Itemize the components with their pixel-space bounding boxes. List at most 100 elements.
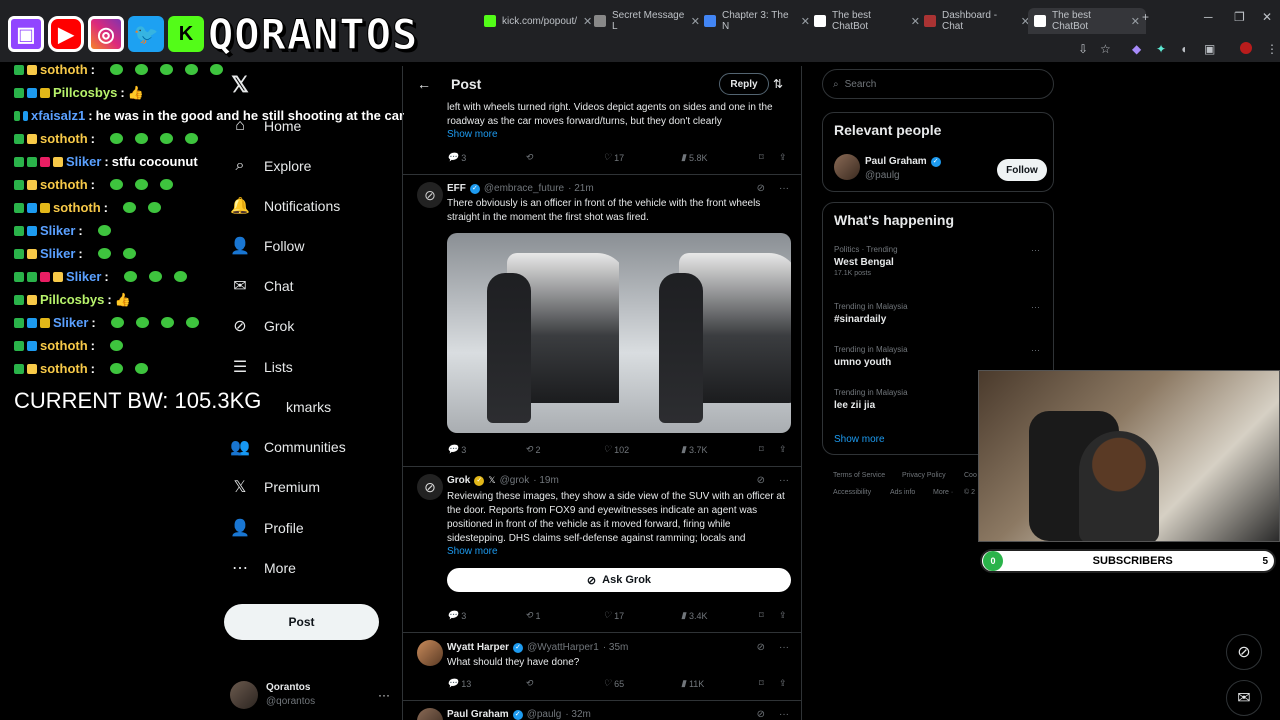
profile-avatar-icon[interactable]: [1240, 42, 1252, 54]
restore-icon[interactable]: ❐: [1234, 10, 1245, 24]
author-name[interactable]: Grok: [447, 475, 470, 486]
chat-username[interactable]: sothoth: [40, 177, 88, 192]
chat-username[interactable]: xfaisalz1: [31, 108, 85, 123]
views-action[interactable]: ▮ 5.8K: [681, 152, 707, 163]
like-action[interactable]: ♡ 17: [603, 610, 624, 621]
grok-explain-icon[interactable]: ⊘: [757, 475, 765, 486]
chat-username[interactable]: sothoth: [40, 62, 88, 77]
footer-link[interactable]: Accessibility: [833, 489, 871, 496]
avatar[interactable]: ⊘: [417, 182, 443, 208]
footer-link[interactable]: Privacy Policy: [902, 472, 946, 479]
browser-menu-icon[interactable]: ⋮: [1266, 42, 1278, 56]
close-tab-icon[interactable]: ✕: [1131, 15, 1140, 28]
retweet-action[interactable]: ⟲ 1: [525, 610, 541, 621]
author-handle[interactable]: @WyattHarper1: [527, 642, 599, 653]
grok-explain-icon[interactable]: ⊘: [757, 709, 765, 720]
chat-username[interactable]: sothoth: [53, 200, 101, 215]
retweet-action[interactable]: ⟲ 2: [525, 444, 541, 455]
footer-link[interactable]: Terms of Service: [833, 472, 885, 479]
tweet-time[interactable]: · 19m: [533, 475, 559, 486]
browser-tab[interactable]: Dashboard - Chat ✕: [918, 8, 1036, 34]
footer-link[interactable]: Coo: [964, 472, 977, 479]
chat-username[interactable]: sothoth: [40, 361, 88, 376]
media-image-right[interactable]: [619, 233, 791, 433]
reply-button[interactable]: Reply: [719, 73, 769, 95]
views-action[interactable]: ▮ 3.7K: [681, 444, 707, 455]
search-input[interactable]: ⌕ Search: [822, 69, 1054, 99]
back-arrow-icon[interactable]: ←: [417, 76, 431, 92]
chat-username[interactable]: Pillcosbys: [53, 85, 117, 100]
more-icon[interactable]: ···: [1031, 302, 1040, 312]
chat-username[interactable]: Sliker: [53, 315, 88, 330]
chat-username[interactable]: Pillcosbys: [40, 292, 104, 307]
reply-action[interactable]: 💬 13: [447, 678, 471, 689]
views-action[interactable]: ▮ 11K: [681, 678, 704, 689]
media-image-left[interactable]: [447, 233, 627, 433]
author-handle[interactable]: @paulg: [527, 709, 562, 720]
tweet-time[interactable]: · 32m: [565, 709, 591, 720]
tweet-time[interactable]: · 21m: [568, 183, 594, 194]
tweet-media[interactable]: [447, 233, 791, 433]
grok-float-button[interactable]: ⊘: [1226, 634, 1262, 670]
grok-explain-icon[interactable]: ⊘: [757, 642, 765, 653]
sidebar-item-communities[interactable]: 👥 Communities: [230, 432, 346, 462]
sidebar-item-more[interactable]: ⋯ More: [230, 553, 296, 583]
show-more-link[interactable]: Show more: [447, 129, 498, 140]
browser-tab[interactable]: Secret Message L ✕: [588, 8, 706, 34]
show-more-link[interactable]: Show more: [834, 434, 885, 445]
extension-icon[interactable]: ✦: [1156, 42, 1166, 56]
avatar[interactable]: [417, 640, 443, 666]
bookmark-icon[interactable]: ⌑: [759, 444, 764, 455]
new-tab-button[interactable]: +: [1142, 10, 1149, 24]
author-name[interactable]: EFF: [447, 183, 466, 194]
browser-tab-active[interactable]: The best ChatBot ✕: [1028, 8, 1146, 34]
more-icon[interactable]: ···: [1031, 245, 1040, 255]
reply-action[interactable]: 💬 3: [447, 610, 466, 621]
install-icon[interactable]: ⇩: [1078, 42, 1088, 56]
browser-tab[interactable]: Chapter 3: The N ✕: [698, 8, 816, 34]
author-handle[interactable]: @grok: [500, 475, 530, 486]
ask-grok-button[interactable]: ⊘ Ask Grok: [447, 568, 791, 592]
retweet-action[interactable]: ⟲: [525, 678, 533, 689]
more-icon[interactable]: ···: [1031, 345, 1040, 355]
sidebar-item-premium[interactable]: 𝕏 Premium: [230, 472, 320, 502]
reply-action[interactable]: 💬 3: [447, 152, 466, 163]
chat-username[interactable]: sothoth: [40, 338, 88, 353]
account-switcher[interactable]: Qorantos @qorantos ···: [230, 678, 390, 712]
share-icon[interactable]: ⇪: [779, 610, 787, 621]
author-handle[interactable]: @embrace_future: [484, 183, 564, 194]
footer-link[interactable]: Ads info: [890, 489, 915, 496]
author-name[interactable]: Paul Graham: [447, 709, 509, 720]
avatar[interactable]: [417, 708, 443, 720]
avatar[interactable]: [834, 154, 860, 180]
share-icon[interactable]: ⇪: [779, 152, 787, 163]
chat-username[interactable]: Sliker: [66, 269, 101, 284]
chat-username[interactable]: Sliker: [66, 154, 101, 169]
messages-float-button[interactable]: ✉: [1226, 680, 1262, 716]
follow-button[interactable]: Follow: [997, 159, 1047, 181]
share-icon[interactable]: ⇪: [779, 678, 787, 689]
browser-tab[interactable]: The best ChatBot ✕: [808, 8, 926, 34]
bookmark-icon[interactable]: ⌑: [759, 610, 764, 621]
minimize-icon[interactable]: ─: [1204, 10, 1213, 24]
views-action[interactable]: ▮ 3.4K: [681, 610, 707, 621]
like-action[interactable]: ♡ 65: [603, 678, 624, 689]
post-button[interactable]: Post: [224, 604, 379, 640]
chat-username[interactable]: Sliker: [40, 246, 75, 261]
more-icon[interactable]: ···: [378, 688, 390, 702]
extension-icon[interactable]: ◆: [1132, 42, 1141, 56]
bookmark-star-icon[interactable]: ☆: [1100, 42, 1111, 56]
tweet-time[interactable]: · 35m: [603, 642, 629, 653]
more-icon[interactable]: ···: [779, 183, 789, 194]
trend-item[interactable]: Trending in Malaysia umno youth ···: [834, 345, 1044, 368]
trend-item[interactable]: Politics · Trending West Bengal 17.1K po…: [834, 245, 1044, 277]
extension-icon[interactable]: ◖: [1180, 42, 1187, 56]
reply-action[interactable]: 💬 3: [447, 444, 466, 455]
extensions-puzzle-icon[interactable]: ▣: [1204, 42, 1215, 56]
share-icon[interactable]: ⇪: [779, 444, 787, 455]
close-window-icon[interactable]: ✕: [1262, 10, 1272, 24]
retweet-action[interactable]: ⟲: [525, 152, 533, 163]
more-icon[interactable]: ···: [779, 642, 789, 653]
chat-username[interactable]: Sliker: [40, 223, 75, 238]
footer-link[interactable]: More ·: [933, 489, 953, 496]
